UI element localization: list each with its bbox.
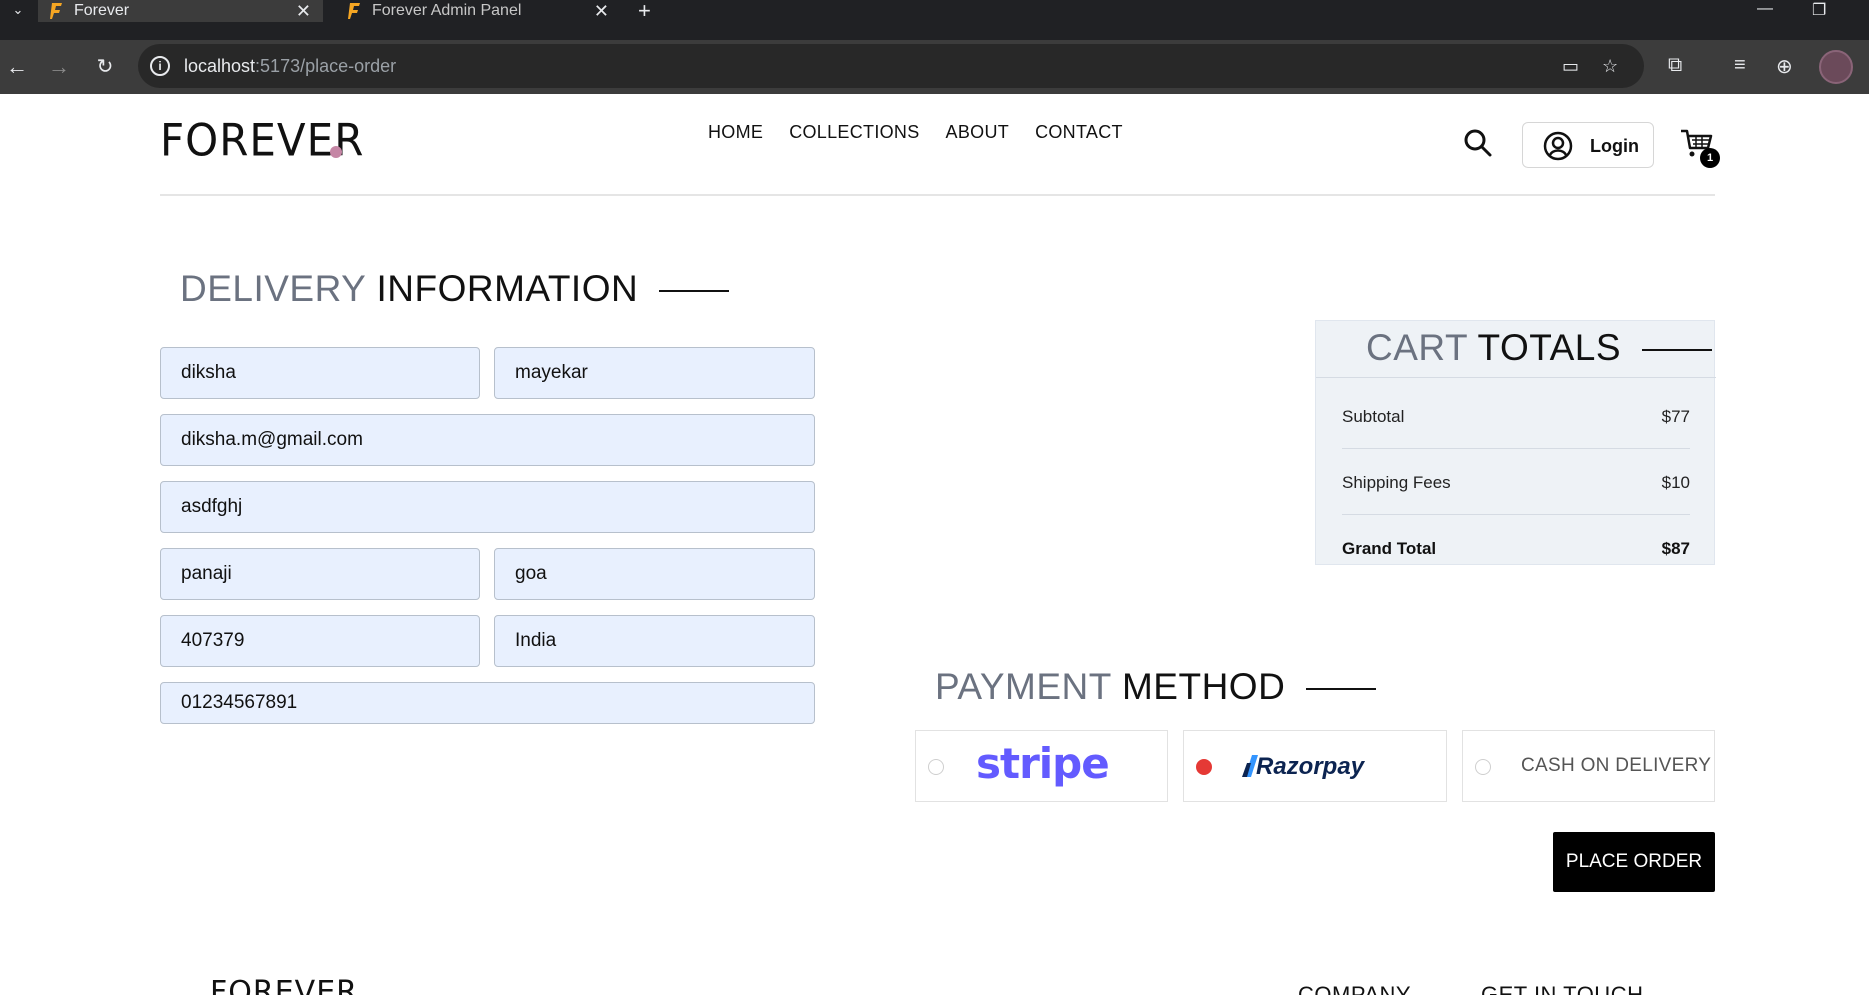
stripe-logo: stripe bbox=[976, 739, 1110, 788]
place-order-button[interactable]: PLACE ORDER bbox=[1553, 832, 1715, 892]
payment-option-stripe[interactable]: stripe bbox=[915, 730, 1168, 802]
row-divider bbox=[1342, 448, 1690, 449]
tab-forever[interactable]: Forever ✕ bbox=[38, 0, 323, 22]
grand-total-value: $87 bbox=[1661, 539, 1690, 558]
stripe-radio[interactable] bbox=[928, 759, 944, 775]
delivery-section-title: DELIVERY INFORMATION bbox=[180, 268, 729, 310]
title-rule bbox=[659, 290, 729, 293]
site-logo[interactable]: FOREVER bbox=[160, 115, 364, 166]
logo-dot bbox=[330, 146, 342, 158]
footer-logo: FOREVER bbox=[210, 975, 358, 995]
forever-favicon-icon bbox=[348, 3, 360, 19]
email-input[interactable]: diksha.m@gmail.com bbox=[160, 414, 815, 466]
close-tab-icon[interactable]: ✕ bbox=[594, 0, 609, 22]
cod-radio[interactable] bbox=[1475, 759, 1491, 775]
shipping-value: $10 bbox=[1661, 473, 1690, 492]
shipping-row: Shipping Fees $10 bbox=[1342, 473, 1690, 493]
download-icon[interactable]: ⊕ bbox=[1776, 54, 1793, 79]
title-rule bbox=[1306, 688, 1377, 691]
subtotal-row: Subtotal $77 bbox=[1342, 407, 1690, 427]
profile-avatar[interactable] bbox=[1819, 50, 1853, 84]
login-button[interactable]: Login bbox=[1522, 122, 1654, 168]
reading-list-icon[interactable]: ≡ bbox=[1734, 54, 1746, 77]
login-label: Login bbox=[1590, 136, 1639, 156]
site-header: FOREVER HOME COLLECTIONS ABOUT CONTACT L… bbox=[160, 94, 1720, 196]
nav-about[interactable]: ABOUT bbox=[946, 122, 1010, 143]
footer-company-heading: COMPANY bbox=[1298, 982, 1412, 995]
row-divider bbox=[1342, 514, 1690, 515]
nav-home[interactable]: HOME bbox=[708, 122, 763, 143]
cart-count-badge: 1 bbox=[1700, 148, 1720, 168]
new-tab-icon[interactable]: + bbox=[638, 0, 651, 24]
shipping-label: Shipping Fees bbox=[1342, 473, 1451, 492]
grand-total-row: Grand Total $87 bbox=[1342, 539, 1690, 559]
first-name-input[interactable]: diksha bbox=[160, 347, 480, 399]
payment-option-cod[interactable]: CASH ON DELIVERY bbox=[1462, 730, 1715, 802]
zipcode-input[interactable]: 407379 bbox=[160, 615, 480, 667]
nav-collections[interactable]: COLLECTIONS bbox=[789, 122, 919, 143]
payment-section-title: PAYMENT METHOD bbox=[935, 666, 1377, 708]
state-input[interactable]: goa bbox=[494, 548, 815, 600]
reload-icon[interactable]: ↻ bbox=[90, 52, 120, 82]
cart-totals-title: CART TOTALS bbox=[1366, 327, 1712, 369]
grand-total-label: Grand Total bbox=[1342, 539, 1437, 558]
browser-toolbar: ← → ↻ i localhost:5173/place-order ▭ ☆ ⧉… bbox=[0, 40, 1869, 94]
tab-title: Forever bbox=[74, 2, 130, 19]
close-tab-icon[interactable]: ✕ bbox=[296, 0, 311, 22]
forward-arrow-icon[interactable]: → bbox=[44, 52, 74, 82]
last-name-input[interactable]: mayekar bbox=[494, 347, 815, 399]
city-input[interactable]: panaji bbox=[160, 548, 480, 600]
address-bar[interactable]: i localhost:5173/place-order ▭ ☆ bbox=[138, 44, 1644, 88]
header-divider bbox=[1316, 377, 1716, 378]
card-icon[interactable]: ▭ bbox=[1562, 56, 1579, 77]
street-input[interactable]: asdfghj bbox=[160, 481, 815, 533]
browser-tab-bar: ⌄ Forever ✕ Forever Admin Panel ✕ + — ❐ bbox=[0, 0, 1869, 40]
user-circle-icon bbox=[1543, 131, 1573, 161]
subtotal-value: $77 bbox=[1661, 407, 1690, 426]
subtotal-label: Subtotal bbox=[1342, 407, 1405, 426]
tab-title: Forever Admin Panel bbox=[372, 2, 522, 19]
site-info-icon[interactable]: i bbox=[150, 56, 170, 76]
restore-window-icon[interactable]: ❐ bbox=[1812, 0, 1826, 20]
search-icon[interactable] bbox=[1463, 128, 1493, 158]
tab-search-chevron-icon[interactable]: ⌄ bbox=[6, 0, 30, 22]
url-text[interactable]: localhost:5173/place-order bbox=[184, 56, 396, 77]
nav-contact[interactable]: CONTACT bbox=[1035, 122, 1123, 143]
cod-label: CASH ON DELIVERY bbox=[1521, 755, 1712, 776]
minimize-window-icon[interactable]: — bbox=[1757, 0, 1773, 18]
extensions-icon[interactable]: ⧉ bbox=[1668, 54, 1682, 77]
tab-admin-panel[interactable]: Forever Admin Panel ✕ bbox=[336, 0, 621, 22]
main-nav: HOME COLLECTIONS ABOUT CONTACT bbox=[708, 122, 1123, 143]
forever-favicon-icon bbox=[50, 3, 62, 19]
payment-option-razorpay[interactable]: Razorpay bbox=[1183, 730, 1447, 802]
razorpay-logo: Razorpay bbox=[1256, 753, 1365, 780]
footer-contact-heading: GET IN TOUCH bbox=[1481, 982, 1644, 995]
cart-totals-panel: CART TOTALS Subtotal $77 Shipping Fees $… bbox=[1315, 320, 1716, 565]
country-input[interactable]: India bbox=[494, 615, 815, 667]
phone-input[interactable]: 01234567891 bbox=[160, 682, 815, 724]
razorpay-radio-selected[interactable] bbox=[1196, 759, 1212, 775]
bookmark-star-icon[interactable]: ☆ bbox=[1602, 56, 1618, 77]
title-rule bbox=[1641, 349, 1712, 352]
back-arrow-icon[interactable]: ← bbox=[2, 52, 32, 82]
